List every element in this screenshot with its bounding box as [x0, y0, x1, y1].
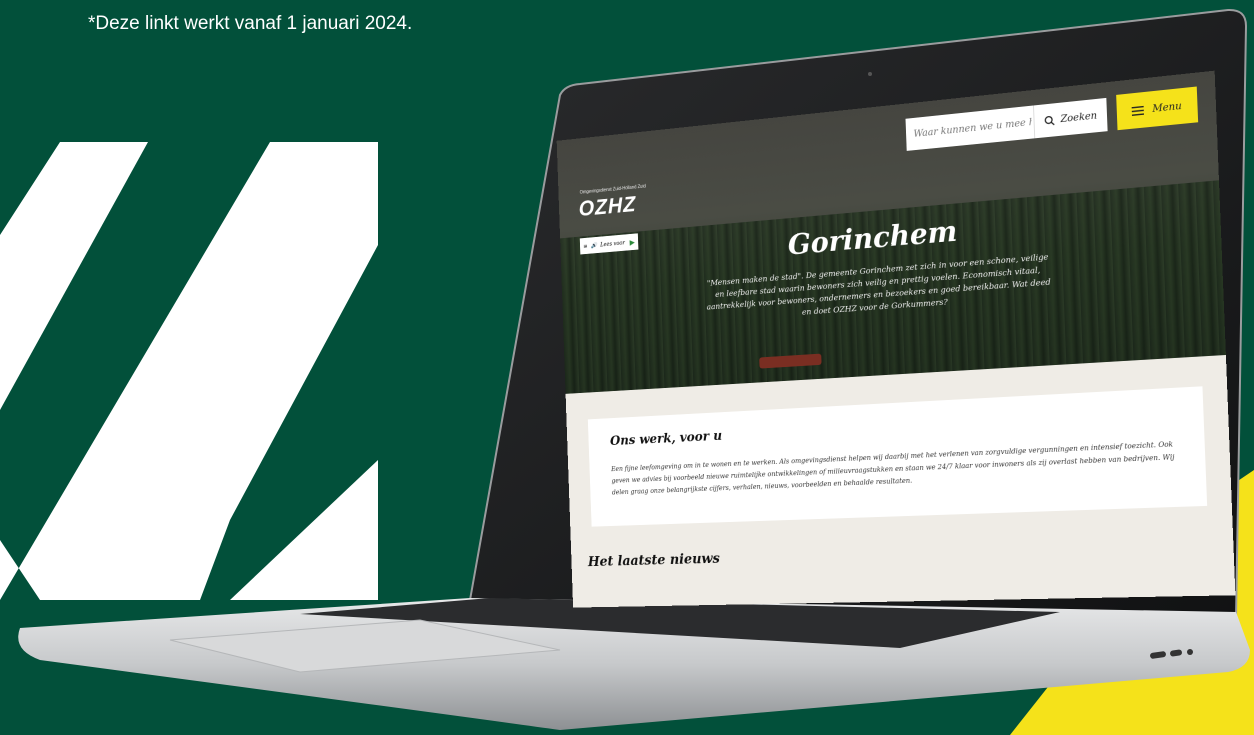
section-title: Ons werk, voor u [609, 428, 723, 449]
hero-section: Zoeken Menu Omgevingsdienst Zuid-Holland… [556, 70, 1226, 394]
intro-card: Ons werk, voor u Een fijne leefomgeving … [587, 386, 1208, 527]
hamburger-icon [1132, 105, 1145, 116]
menu-button-label: Menu [1152, 100, 1182, 115]
laptop-screen: Zoeken Menu Omgevingsdienst Zuid-Holland… [505, 70, 1236, 608]
search-input[interactable] [905, 115, 1034, 141]
section-text: Een fijne leefomgeving om in te wonen en… [610, 439, 1175, 497]
search-icon [1044, 114, 1055, 126]
website-viewport: Zoeken Menu Omgevingsdienst Zuid-Holland… [556, 70, 1236, 608]
ozhz-logo[interactable]: OZHZ [578, 192, 636, 222]
search-bar: Zoeken [905, 97, 1108, 151]
menu-button[interactable]: Menu [1116, 86, 1199, 131]
news-heading: Het laatste nieuws [587, 549, 721, 570]
search-button-label: Zoeken [1060, 110, 1098, 125]
search-button[interactable]: Zoeken [1032, 97, 1108, 139]
